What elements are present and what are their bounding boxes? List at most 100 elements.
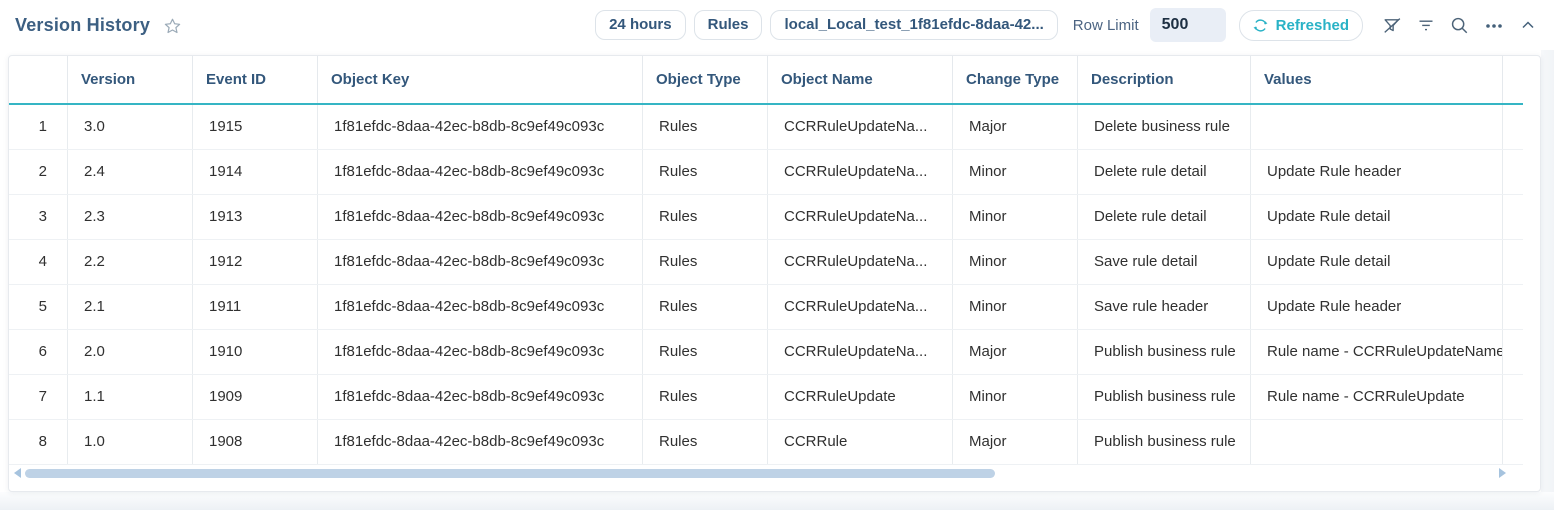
column-header-event-id[interactable]: Event ID xyxy=(193,56,318,103)
favorite-star-icon[interactable] xyxy=(163,17,182,36)
cell-change-type: Minor xyxy=(953,285,1078,329)
cell-change-type: Minor xyxy=(953,240,1078,284)
filter-lines-icon[interactable] xyxy=(1416,15,1436,35)
table-row: 7 1.1 1909 1f81efdc-8daa-42ec-b8db-8c9ef… xyxy=(9,375,1523,420)
cell-description: Publish business rule xyxy=(1078,375,1251,419)
collapse-up-icon[interactable] xyxy=(1518,15,1538,35)
cell-values xyxy=(1251,420,1503,464)
scrollbar-thumb[interactable] xyxy=(25,469,995,478)
scroll-left-arrow-icon[interactable] xyxy=(14,468,21,478)
cell-object-key: 1f81efdc-8daa-42ec-b8db-8c9ef49c093c xyxy=(318,330,643,374)
clear-filter-icon[interactable] xyxy=(1382,15,1403,36)
cell-object-name: CCRRuleUpdate xyxy=(768,375,953,419)
cell-description: Save rule header xyxy=(1078,285,1251,329)
column-header-values[interactable]: Values xyxy=(1251,56,1503,103)
cell-object-type: Rules xyxy=(643,285,768,329)
column-header-version[interactable]: Version xyxy=(68,56,193,103)
cell-description: Delete rule detail xyxy=(1078,150,1251,194)
filter-chip-object-key[interactable]: local_Local_test_1f81efdc-8daa-42... xyxy=(770,10,1057,40)
cell-change-type: Minor xyxy=(953,375,1078,419)
cell-event-id: 1911 xyxy=(193,285,318,329)
more-options-icon[interactable] xyxy=(1483,15,1505,35)
cell-object-name: CCRRuleUpdateNa... xyxy=(768,105,953,149)
horizontal-scrollbar[interactable] xyxy=(9,467,1523,481)
scroll-right-arrow-icon[interactable] xyxy=(1499,468,1506,478)
column-header-object-key[interactable]: Object Key xyxy=(318,56,643,103)
row-index-cell: 7 xyxy=(9,375,68,419)
column-header-object-type[interactable]: Object Type xyxy=(643,56,768,103)
cell-values: Update Rule detail xyxy=(1251,195,1503,239)
cell-values xyxy=(1251,105,1503,149)
page-right-gutter xyxy=(1541,0,1554,510)
cell-overflow xyxy=(1503,285,1523,329)
table-row: 5 2.1 1911 1f81efdc-8daa-42ec-b8db-8c9ef… xyxy=(9,285,1523,330)
cell-object-name: CCRRuleUpdateNa... xyxy=(768,240,953,284)
toolbar: Version History 24 hours Rules local_Loc… xyxy=(0,0,1554,50)
refresh-label: Refreshed xyxy=(1276,17,1349,34)
cell-object-key: 1f81efdc-8daa-42ec-b8db-8c9ef49c093c xyxy=(318,420,643,464)
cell-version: 1.1 xyxy=(68,375,193,419)
table-row: 2 2.4 1914 1f81efdc-8daa-42ec-b8db-8c9ef… xyxy=(9,150,1523,195)
refresh-icon xyxy=(1253,18,1268,33)
table-row: 8 1.0 1908 1f81efdc-8daa-42ec-b8db-8c9ef… xyxy=(9,420,1523,465)
table-row: 6 2.0 1910 1f81efdc-8daa-42ec-b8db-8c9ef… xyxy=(9,330,1523,375)
cell-version: 2.2 xyxy=(68,240,193,284)
search-icon[interactable] xyxy=(1449,15,1470,36)
cell-overflow xyxy=(1503,150,1523,194)
cell-object-name: CCRRuleUpdateNa... xyxy=(768,195,953,239)
column-header-description[interactable]: Description xyxy=(1078,56,1251,103)
row-limit-input[interactable] xyxy=(1150,8,1226,42)
column-header-overflow xyxy=(1503,56,1523,103)
cell-object-name: CCRRuleUpdateNa... xyxy=(768,330,953,374)
table-row: 1 3.0 1915 1f81efdc-8daa-42ec-b8db-8c9ef… xyxy=(9,105,1523,150)
cell-object-type: Rules xyxy=(643,105,768,149)
cell-event-id: 1914 xyxy=(193,150,318,194)
row-limit-label: Row Limit xyxy=(1073,17,1139,34)
column-header-change-type[interactable]: Change Type xyxy=(953,56,1078,103)
cell-event-id: 1912 xyxy=(193,240,318,284)
cell-change-type: Major xyxy=(953,330,1078,374)
table-scroll-area: Version Event ID Object Key Object Type … xyxy=(9,56,1523,465)
table-row: 3 2.3 1913 1f81efdc-8daa-42ec-b8db-8c9ef… xyxy=(9,195,1523,240)
cell-version: 2.3 xyxy=(68,195,193,239)
cell-event-id: 1913 xyxy=(193,195,318,239)
cell-object-key: 1f81efdc-8daa-42ec-b8db-8c9ef49c093c xyxy=(318,105,643,149)
cell-change-type: Minor xyxy=(953,195,1078,239)
cell-values: Update Rule header xyxy=(1251,285,1503,329)
row-index-cell: 5 xyxy=(9,285,68,329)
row-index-cell: 2 xyxy=(9,150,68,194)
cell-version: 1.0 xyxy=(68,420,193,464)
cell-object-key: 1f81efdc-8daa-42ec-b8db-8c9ef49c093c xyxy=(318,195,643,239)
cell-values: Update Rule detail xyxy=(1251,240,1503,284)
cell-overflow xyxy=(1503,330,1523,374)
cell-description: Save rule detail xyxy=(1078,240,1251,284)
row-index-cell: 8 xyxy=(9,420,68,464)
column-header-object-name[interactable]: Object Name xyxy=(768,56,953,103)
cell-event-id: 1908 xyxy=(193,420,318,464)
cell-values: Update Rule header xyxy=(1251,150,1503,194)
table-row: 4 2.2 1912 1f81efdc-8daa-42ec-b8db-8c9ef… xyxy=(9,240,1523,285)
cell-version: 2.0 xyxy=(68,330,193,374)
cell-version: 2.1 xyxy=(68,285,193,329)
cell-version: 3.0 xyxy=(68,105,193,149)
refresh-button[interactable]: Refreshed xyxy=(1239,10,1363,41)
cell-object-name: CCRRuleUpdateNa... xyxy=(768,285,953,329)
cell-object-type: Rules xyxy=(643,420,768,464)
cell-overflow xyxy=(1503,375,1523,419)
cell-object-key: 1f81efdc-8daa-42ec-b8db-8c9ef49c093c xyxy=(318,375,643,419)
cell-object-type: Rules xyxy=(643,195,768,239)
cell-object-name: CCRRule xyxy=(768,420,953,464)
title-area: Version History xyxy=(0,15,182,36)
cell-version: 2.4 xyxy=(68,150,193,194)
filter-chip-rules[interactable]: Rules xyxy=(694,10,763,40)
cell-change-type: Minor xyxy=(953,150,1078,194)
table-body: 1 3.0 1915 1f81efdc-8daa-42ec-b8db-8c9ef… xyxy=(9,105,1523,465)
page-title: Version History xyxy=(15,15,150,36)
cell-description: Delete rule detail xyxy=(1078,195,1251,239)
version-history-table: Version Event ID Object Key Object Type … xyxy=(8,55,1541,492)
cell-object-type: Rules xyxy=(643,330,768,374)
row-index-cell: 3 xyxy=(9,195,68,239)
cell-description: Delete business rule xyxy=(1078,105,1251,149)
cell-object-type: Rules xyxy=(643,150,768,194)
filter-chip-time-range[interactable]: 24 hours xyxy=(595,10,686,40)
